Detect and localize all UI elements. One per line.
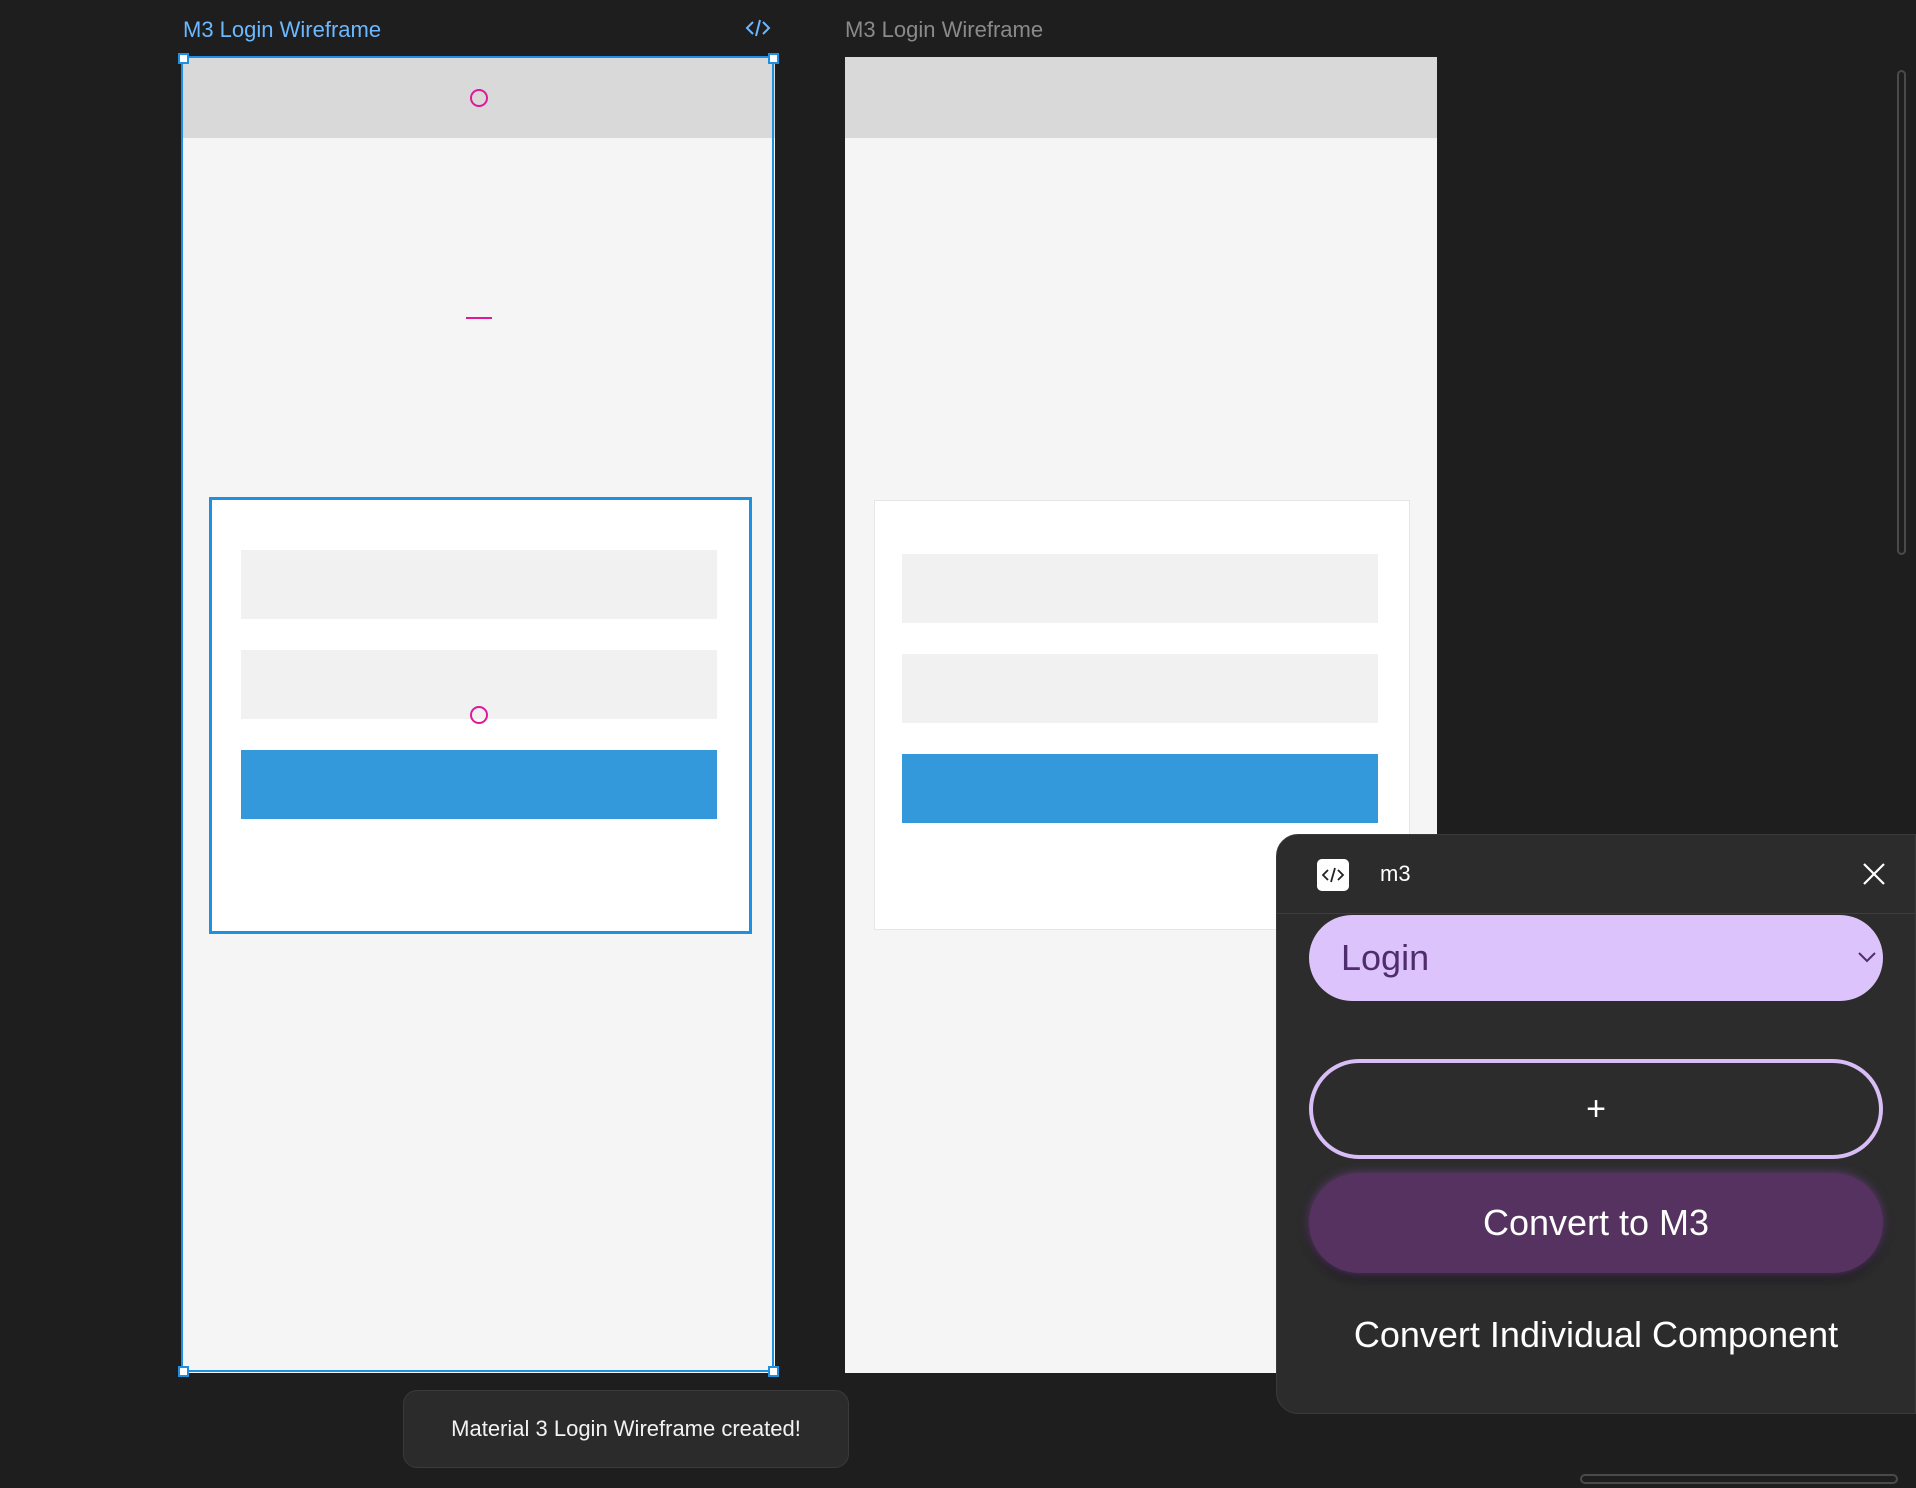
frame-title-selected[interactable]: M3 Login Wireframe bbox=[183, 17, 381, 43]
toast-notification: Material 3 Login Wireframe created! bbox=[403, 1390, 849, 1468]
spacing-marker bbox=[470, 706, 488, 724]
login-button-placeholder[interactable] bbox=[902, 754, 1378, 823]
plugin-header: m3 bbox=[1277, 835, 1915, 914]
convert-individual-component-button[interactable]: Convert Individual Component bbox=[1309, 1305, 1883, 1365]
frame-title[interactable]: M3 Login Wireframe bbox=[845, 17, 1043, 43]
screen-type-select[interactable]: Login bbox=[1309, 915, 1883, 1001]
password-field-placeholder[interactable] bbox=[902, 654, 1378, 723]
convert-to-m3-button[interactable]: Convert to M3 bbox=[1309, 1173, 1883, 1273]
plugin-title: m3 bbox=[1380, 861, 1411, 886]
resize-handle-bottom-left[interactable] bbox=[178, 1366, 189, 1377]
resize-handle-top-right[interactable] bbox=[768, 53, 779, 64]
add-button[interactable]: + bbox=[1309, 1059, 1883, 1159]
code-icon[interactable] bbox=[744, 14, 772, 42]
horizontal-scrollbar[interactable] bbox=[1580, 1474, 1898, 1484]
code-icon bbox=[1317, 859, 1349, 891]
spacing-marker bbox=[470, 89, 488, 107]
plugin-panel: m3 Login + Convert to M3 Convert Individ… bbox=[1276, 834, 1916, 1414]
select-value: Login bbox=[1341, 937, 1430, 978]
spacing-marker bbox=[466, 317, 492, 319]
resize-handle-top-left[interactable] bbox=[178, 53, 189, 64]
chevron-down-icon[interactable] bbox=[1857, 950, 1877, 964]
resize-handle-bottom-right[interactable] bbox=[768, 1366, 779, 1377]
vertical-scrollbar[interactable] bbox=[1897, 70, 1906, 555]
top-app-bar[interactable] bbox=[845, 57, 1437, 138]
username-field-placeholder[interactable] bbox=[902, 554, 1378, 623]
close-icon[interactable] bbox=[1859, 859, 1889, 889]
